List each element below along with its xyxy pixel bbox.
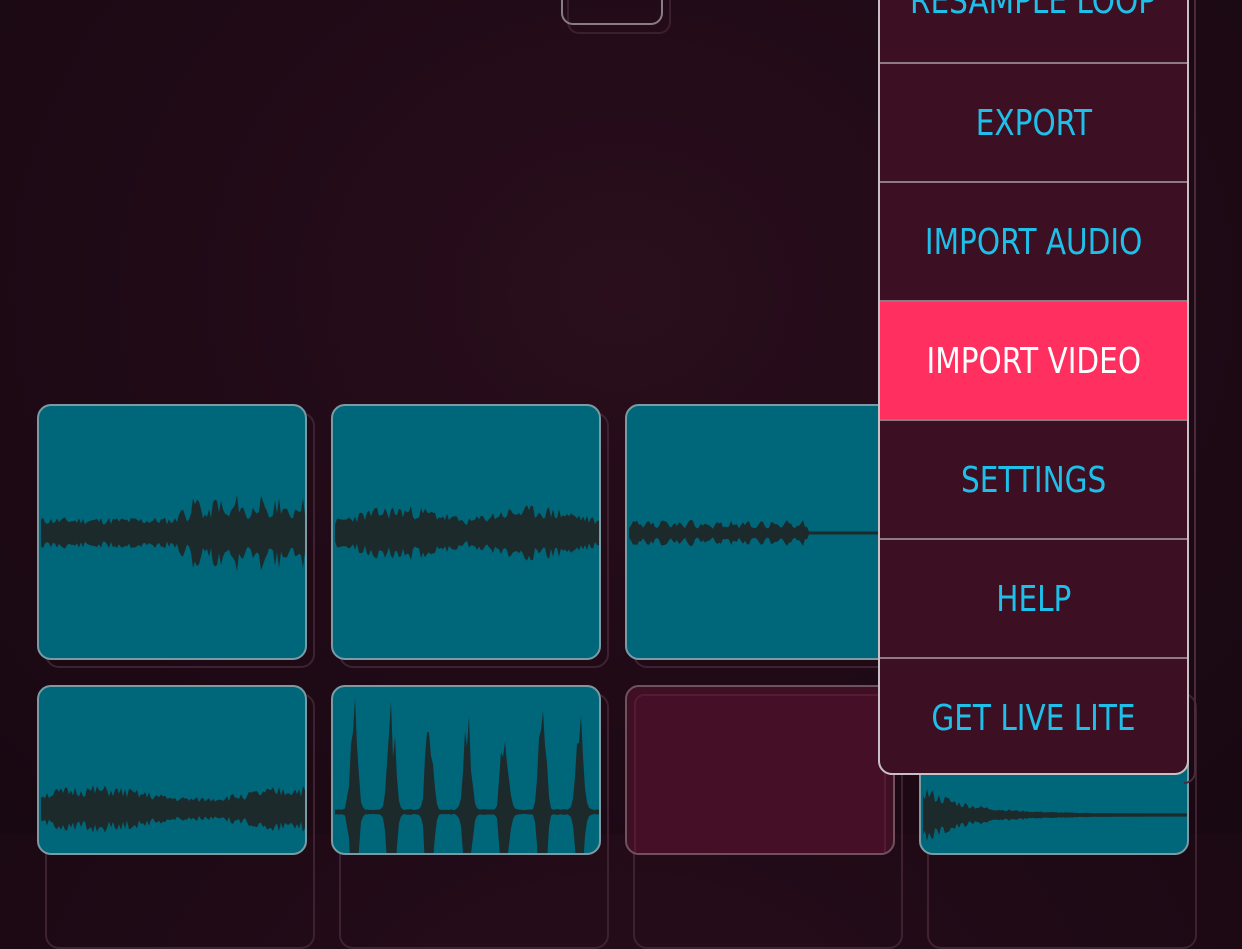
pad-6[interactable] <box>331 685 601 855</box>
menu-item-label: SETTINGS <box>960 459 1107 501</box>
pad-3[interactable] <box>625 404 895 660</box>
pad-5[interactable] <box>37 685 307 855</box>
empty-slot <box>634 694 886 853</box>
waveform-1 <box>41 494 305 572</box>
menu-item-label: IMPORT VIDEO <box>926 340 1141 382</box>
menu-item-import-audio[interactable]: IMPORT AUDIO <box>880 183 1187 301</box>
menu-item-label: GET LIVE LITE <box>931 697 1136 739</box>
pad-1[interactable] <box>37 404 307 660</box>
waveform-5 <box>41 785 305 833</box>
menu-item-label: RESAMPLE LOOP <box>910 0 1157 22</box>
waveform-6 <box>335 697 599 853</box>
menu-item-label: HELP <box>995 578 1072 620</box>
overflow-menu: RESAMPLE LOOP EXPORT IMPORT AUDIO IMPORT… <box>878 0 1189 775</box>
menu-item-export[interactable]: EXPORT <box>880 64 1187 182</box>
menu-item-label: EXPORT <box>975 102 1092 144</box>
menu-item-resample-loop[interactable]: RESAMPLE LOOP <box>880 0 1187 60</box>
fx-tab-label: FX <box>594 0 629 6</box>
menu-item-get-live-lite[interactable]: GET LIVE LITE <box>880 659 1187 773</box>
menu-item-label: IMPORT AUDIO <box>924 221 1143 263</box>
waveform-3 <box>629 519 893 547</box>
pad-7[interactable] <box>625 685 895 855</box>
menu-item-settings[interactable]: SETTINGS <box>880 421 1187 539</box>
menu-item-import-video[interactable]: IMPORT VIDEO <box>880 302 1187 420</box>
pad-2[interactable] <box>331 404 601 660</box>
waveform-2 <box>335 505 599 561</box>
fx-tab[interactable]: FX <box>561 0 663 25</box>
menu-item-help[interactable]: HELP <box>880 540 1187 658</box>
